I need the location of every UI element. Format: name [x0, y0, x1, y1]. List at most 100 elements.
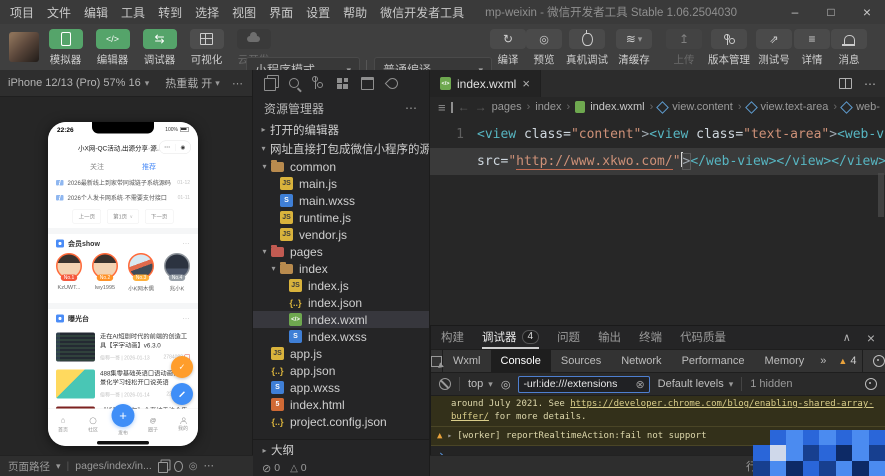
plugin-icon[interactable]: [384, 75, 401, 91]
tab-code-quality[interactable]: 代码质量: [680, 326, 726, 349]
warning-counter[interactable]: 4: [832, 350, 862, 372]
menu-select[interactable]: 选择: [195, 4, 219, 21]
member-item[interactable]: No.2 lwy1995: [87, 253, 123, 303]
menu-edit[interactable]: 编辑: [84, 4, 108, 21]
outline-list-icon[interactable]: [438, 100, 446, 115]
next-page-button[interactable]: 下一页: [144, 209, 174, 224]
capsule-more-icon[interactable]: ⋯: [160, 141, 175, 154]
publish-float-button[interactable]: [171, 383, 193, 405]
minimize-icon[interactable]: [777, 0, 813, 24]
compile-button[interactable]: 编译: [490, 29, 526, 67]
expose-more-icon[interactable]: [183, 314, 191, 323]
tree-folder-index[interactable]: index: [253, 260, 429, 277]
problems-status[interactable]: 0 0: [253, 460, 429, 476]
explorer-more-icon[interactable]: [405, 101, 418, 115]
capsule-close-icon[interactable]: [175, 141, 190, 154]
page-path-value[interactable]: pages/index/in...: [75, 460, 151, 472]
tabbar-home[interactable]: 首页: [48, 409, 78, 440]
crumb-pages[interactable]: pages: [492, 101, 522, 113]
more-horizontal-icon[interactable]: [203, 460, 215, 472]
tree-folder-pages[interactable]: pages: [253, 243, 429, 260]
tab-follow[interactable]: 关注: [90, 162, 104, 172]
tree-file-app-js[interactable]: app.js: [253, 345, 429, 362]
devtools-tab-performance[interactable]: Performance: [672, 350, 755, 372]
tree-folder-common[interactable]: common: [253, 158, 429, 175]
nav-forward-icon[interactable]: →: [475, 100, 487, 114]
gear-icon[interactable]: [873, 355, 885, 367]
clear-cache-button[interactable]: 清缓存: [612, 29, 656, 67]
page-select[interactable]: 第1页: [107, 209, 139, 224]
inspect-element-icon[interactable]: [431, 350, 443, 372]
simulator-button[interactable]: 模拟器: [42, 29, 89, 67]
collapse-panel-icon[interactable]: [843, 331, 851, 344]
menu-interface[interactable]: 界面: [269, 4, 293, 21]
close-icon[interactable]: [849, 0, 885, 24]
context-select[interactable]: top: [468, 378, 493, 390]
plus-button[interactable]: +: [111, 404, 135, 427]
version-control-button[interactable]: 版本管理: [704, 29, 754, 67]
tree-file-main-wxss[interactable]: main.wxss: [253, 192, 429, 209]
clear-console-icon[interactable]: [439, 378, 451, 390]
menu-file[interactable]: 文件: [47, 4, 71, 21]
tabbar-circle[interactable]: 圈子: [138, 409, 168, 440]
menu-view[interactable]: 视图: [232, 4, 256, 21]
tab-build[interactable]: 构建: [441, 326, 464, 349]
tab-close-icon[interactable]: [522, 76, 530, 91]
bookmark-icon[interactable]: [450, 101, 453, 113]
expand-icon[interactable]: [447, 429, 452, 443]
close-panel-icon[interactable]: [867, 330, 875, 346]
open-editors-section[interactable]: 打开的编辑器: [253, 120, 429, 139]
article-item[interactable]: 2026最新线上到家带同城链子系统源码 01-12: [48, 175, 198, 190]
menu-help[interactable]: 帮助: [343, 4, 367, 21]
search-icon[interactable]: [289, 78, 299, 88]
eye-icon[interactable]: [501, 378, 511, 391]
user-avatar[interactable]: [9, 32, 39, 62]
tree-file-index-json[interactable]: index.json: [253, 294, 429, 311]
git-branch-icon[interactable]: [312, 76, 324, 89]
preview-button[interactable]: 预览: [526, 29, 562, 67]
code-area[interactable]: 1 <view class="content"><view class="tex…: [430, 121, 885, 217]
tree-file-project-config[interactable]: project.config.json: [253, 413, 429, 430]
menu-project[interactable]: 项目: [10, 4, 34, 21]
split-editor-icon[interactable]: [839, 78, 852, 89]
filter-input[interactable]: [523, 378, 632, 390]
tabbar-profile[interactable]: 我的: [168, 409, 198, 440]
member-item[interactable]: No.1 KzUWT...: [51, 253, 87, 303]
console-settings-icon[interactable]: [865, 378, 877, 390]
tabbar-community[interactable]: 社区: [78, 409, 108, 440]
editor-more-icon[interactable]: [864, 77, 877, 91]
devtools-tab-console[interactable]: Console: [490, 350, 551, 372]
menu-tools[interactable]: 工具: [121, 4, 145, 21]
maximize-icon[interactable]: [813, 0, 849, 24]
clear-filter-icon[interactable]: [635, 378, 644, 391]
tree-file-index-wxml[interactable]: index.wxml: [253, 311, 429, 328]
devtools-tab-wxml[interactable]: Wxml: [443, 350, 491, 372]
editor-button[interactable]: 编辑器: [89, 29, 136, 67]
menu-goto[interactable]: 转到: [158, 4, 182, 21]
tree-file-index-html[interactable]: index.html: [253, 396, 429, 413]
tree-file-index-js[interactable]: index.js: [253, 277, 429, 294]
tab-terminal[interactable]: 终端: [639, 326, 662, 349]
window-icon[interactable]: [361, 76, 374, 90]
tree-file-vendor-js[interactable]: vendor.js: [253, 226, 429, 243]
simulator-more-icon[interactable]: [232, 77, 244, 90]
tab-output[interactable]: 输出: [598, 326, 621, 349]
extensions-icon[interactable]: [337, 77, 348, 89]
editor-tab-index-wxml[interactable]: index.wxml: [430, 70, 541, 97]
nav-back-icon[interactable]: ←: [458, 100, 470, 114]
tree-file-app-wxss[interactable]: app.wxss: [253, 379, 429, 396]
crumb-view-text-area[interactable]: view.text-area: [761, 101, 829, 113]
tree-file-index-wxss[interactable]: index.wxss: [253, 328, 429, 345]
device-selector[interactable]: iPhone 12/13 (Pro) 57% 16: [8, 77, 141, 89]
prev-page-button[interactable]: 上一页: [72, 209, 102, 224]
tree-file-main-js[interactable]: main.js: [253, 175, 429, 192]
crumb-index[interactable]: index: [535, 101, 561, 113]
messages-button[interactable]: 消息: [830, 29, 868, 67]
eye-icon[interactable]: [189, 460, 198, 472]
crumb-web-view[interactable]: web-: [856, 101, 880, 113]
editor-scrollbar[interactable]: [878, 173, 884, 217]
files-icon[interactable]: [264, 78, 276, 91]
details-button[interactable]: 详情: [794, 29, 830, 67]
menu-devtools[interactable]: 微信开发者工具: [380, 4, 464, 21]
debugger-button[interactable]: 调试器: [136, 29, 183, 67]
